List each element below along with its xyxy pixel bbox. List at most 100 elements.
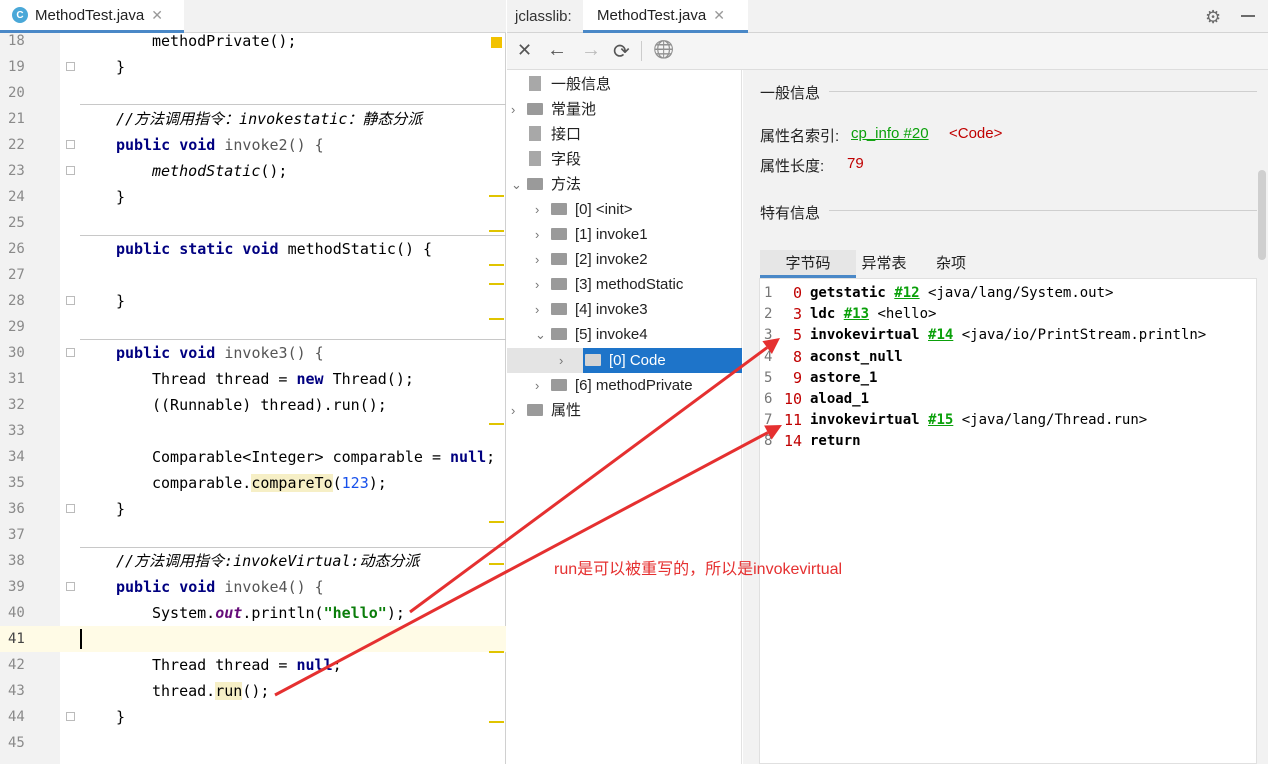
code-text: } — [116, 188, 126, 206]
opcode: ldc — [810, 306, 836, 323]
bytecode-row[interactable]: 3 5 invokevirtual #14 <java/io/PrintStream… — [760, 325, 1256, 346]
tree-node-method-invoke1[interactable]: › [1] invoke1 — [535, 222, 648, 247]
stripe-mark[interactable] — [489, 195, 504, 197]
tree-node-label: [4] invoke3 — [575, 301, 648, 318]
operand-comment: <java/lang/Thread.run> — [961, 412, 1148, 429]
tree-node-code-selected[interactable]: [0] Code — [583, 348, 742, 373]
name-index-link[interactable]: cp_info #20 — [851, 125, 929, 142]
warning-marker[interactable] — [491, 37, 502, 48]
tree-node-constant-pool[interactable]: › 常量池 — [511, 97, 596, 122]
folder-icon — [527, 178, 543, 190]
bytecode-row[interactable]: 2 3 ldc #13 <hello> — [760, 304, 1256, 325]
bytecode-row[interactable]: 7 11 invokevirtual #15 <java/lang/Thread.r… — [760, 410, 1256, 431]
stripe-mark[interactable] — [489, 230, 504, 232]
forward-arrow-icon[interactable]: → — [581, 39, 601, 62]
chevron-right-icon[interactable]: › — [511, 97, 527, 122]
bytecode-row[interactable]: 8 14 return — [760, 431, 1256, 452]
tree-node-method-methodprivate[interactable]: › [6] methodPrivate — [535, 373, 693, 398]
name-index-label: 属性名索引: — [760, 128, 840, 145]
tree-node-fields[interactable]: 字段 — [511, 147, 581, 172]
stripe-mark[interactable] — [489, 651, 504, 653]
minimize-icon[interactable] — [1241, 15, 1255, 17]
stripe-mark[interactable] — [489, 318, 504, 320]
fold-icon[interactable] — [66, 712, 75, 721]
fold-icon[interactable] — [66, 166, 75, 175]
chevron-right-icon[interactable]: › — [535, 272, 551, 297]
chevron-right-icon[interactable]: › — [535, 197, 551, 222]
line-number: 42 — [8, 657, 25, 673]
vertical-scrollbar[interactable] — [1258, 170, 1266, 260]
class-structure-tree: 一般信息 › 常量池 接口 字段 ⌄ 方法 › [0] <init> › [1] inv… — [507, 70, 742, 764]
fold-icon[interactable] — [66, 504, 75, 513]
tab-misc[interactable]: 杂项 — [922, 250, 980, 278]
bytecode-row[interactable]: 5 9 astore_1 — [760, 368, 1256, 389]
keyword: null — [296, 656, 333, 674]
web-globe-icon[interactable]: 🌐 — [653, 40, 674, 60]
close-icon[interactable]: ✕ — [517, 40, 532, 61]
annotation-text: run是可以被重写的，所以是invokevirtual — [554, 561, 843, 578]
chevron-right-icon[interactable]: › — [535, 373, 551, 398]
tree-node-method-invoke2[interactable]: › [2] invoke2 — [535, 247, 648, 272]
current-code-line: 41 — [0, 626, 506, 652]
code-line: 25 — [0, 210, 506, 236]
constant-pool-ref-link[interactable]: #14 — [928, 327, 953, 343]
bytecode-row[interactable]: 1 0 getstatic #12 <java/lang/System.out> — [760, 283, 1256, 304]
code-line: 42 Thread thread = null; — [0, 652, 506, 678]
line-number: 33 — [8, 423, 25, 439]
tree-node-methods[interactable]: ⌄ 方法 — [511, 172, 581, 197]
opcode: getstatic — [810, 285, 886, 301]
tree-node-label: 常量池 — [551, 101, 597, 118]
chevron-down-icon[interactable]: ⌄ — [511, 172, 527, 197]
tree-node-method-invoke4[interactable]: ⌄ [5] invoke4 — [535, 322, 648, 347]
tree-node-general-info[interactable]: 一般信息 — [511, 72, 611, 97]
back-arrow-icon[interactable]: ← — [547, 39, 567, 62]
tree-node-method-methodstatic[interactable]: › [3] methodStatic — [535, 272, 683, 297]
chevron-right-icon[interactable]: › — [559, 348, 575, 373]
bytecode-listing[interactable]: 1 0 getstatic #12 <java/lang/System.out> 2 3… — [759, 278, 1257, 764]
chevron-right-icon[interactable]: › — [535, 297, 551, 322]
tree-node-interfaces[interactable]: 接口 — [511, 122, 581, 147]
tree-node-label: [1] invoke1 — [575, 226, 648, 243]
folder-icon — [551, 303, 567, 315]
bytecode-instruction: aconst_null — [810, 347, 903, 368]
constant-pool-ref-link[interactable]: #13 — [844, 306, 869, 322]
fold-icon[interactable] — [66, 140, 75, 149]
close-icon[interactable]: ✕ — [713, 7, 725, 24]
fold-icon[interactable] — [66, 62, 75, 71]
refresh-icon[interactable]: ⟳ — [613, 39, 630, 64]
code-text: Thread thread = null; — [152, 652, 342, 678]
bytecode-instruction: getstatic #12 <java/lang/System.out> — [810, 283, 1113, 304]
chevron-down-icon[interactable]: ⌄ — [535, 322, 551, 347]
line-number: 44 — [8, 709, 25, 725]
close-icon[interactable]: ✕ — [151, 7, 163, 24]
chevron-right-icon[interactable]: › — [535, 222, 551, 247]
chevron-right-icon[interactable]: › — [535, 247, 551, 272]
bytecode-row[interactable]: 6 10 aload_1 — [760, 389, 1256, 410]
tree-node-code-expander[interactable]: › — [559, 348, 575, 373]
fold-icon[interactable] — [66, 348, 75, 357]
code-area[interactable]: 18 methodPrivate(); 19 } 20 21 //方法调用指令：… — [0, 28, 506, 764]
tab-exception-table[interactable]: 异常表 — [856, 250, 912, 278]
stripe-mark[interactable] — [489, 563, 504, 565]
bytecode-offset: 3 — [792, 305, 802, 324]
stripe-mark[interactable] — [489, 423, 504, 425]
constant-pool-ref-link[interactable]: #15 — [928, 412, 953, 428]
tree-node-method-invoke3[interactable]: › [4] invoke3 — [535, 297, 648, 322]
stripe-mark[interactable] — [489, 264, 504, 266]
stripe-mark[interactable] — [489, 521, 504, 523]
jclasslib-tab-methodtest[interactable]: MethodTest.java ✕ — [583, 0, 748, 33]
code-text: } — [116, 292, 126, 310]
tab-bytecode[interactable]: 字节码 — [760, 250, 856, 278]
fold-icon[interactable] — [66, 296, 75, 305]
constant-pool-ref-link[interactable]: #12 — [894, 285, 919, 301]
tree-node-method-init[interactable]: › [0] <init> — [535, 197, 633, 222]
stripe-mark[interactable] — [489, 721, 504, 723]
bytecode-row[interactable]: 4 8 aconst_null — [760, 347, 1256, 368]
stripe-mark[interactable] — [489, 283, 504, 285]
gear-icon[interactable]: ⚙ — [1205, 7, 1221, 28]
file-icon — [529, 76, 541, 91]
tree-node-label: 方法 — [551, 176, 582, 193]
fold-icon[interactable] — [66, 582, 75, 591]
tree-node-attributes[interactable]: › 属性 — [511, 398, 581, 423]
chevron-right-icon[interactable]: › — [511, 398, 527, 423]
